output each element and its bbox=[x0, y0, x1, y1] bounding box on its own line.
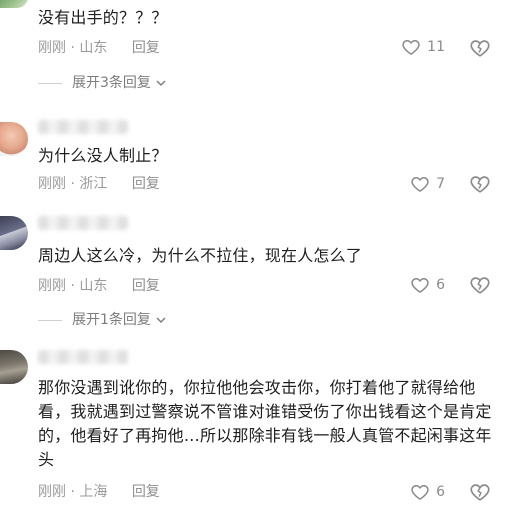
like-count: 6 bbox=[436, 277, 445, 293]
comment-meta: 刚刚 · 山东 回复 bbox=[38, 38, 160, 58]
reply-button[interactable]: 回复 bbox=[132, 176, 160, 192]
like-count: 6 bbox=[436, 484, 445, 500]
divider bbox=[38, 82, 62, 84]
expand-replies-button[interactable]: 展开3条回复 bbox=[38, 73, 167, 93]
like-count: 7 bbox=[436, 176, 445, 192]
heart-outline-icon bbox=[411, 177, 429, 192]
chevron-down-icon bbox=[156, 80, 166, 87]
meta-separator: · bbox=[66, 278, 80, 294]
like-button[interactable]: 7 bbox=[410, 174, 445, 194]
comment-text: 没有出手的？？？ bbox=[38, 8, 168, 27]
divider bbox=[38, 319, 62, 321]
broken-heart-icon[interactable] bbox=[469, 274, 491, 296]
expand-replies-label: 展开1条回复 bbox=[72, 312, 151, 328]
username-blurred[interactable] bbox=[38, 216, 128, 230]
heart-outline-icon bbox=[402, 40, 420, 55]
like-button[interactable]: 6 bbox=[410, 482, 445, 502]
comment-location: 上海 bbox=[79, 484, 108, 500]
comment-meta: 刚刚 · 上海 回复 bbox=[38, 482, 160, 502]
like-button[interactable]: 6 bbox=[410, 275, 445, 295]
comment-meta: 刚刚 · 山东 回复 bbox=[38, 276, 160, 296]
comment-text: 为什么没人制止？ bbox=[38, 146, 168, 165]
username-blurred[interactable] bbox=[38, 120, 128, 134]
meta-separator: · bbox=[66, 40, 80, 56]
comment-time: 刚刚 bbox=[38, 278, 66, 294]
broken-heart-icon[interactable] bbox=[469, 173, 491, 195]
comment-location: 山东 bbox=[79, 278, 108, 294]
broken-heart-icon[interactable] bbox=[469, 481, 491, 503]
username-blurred[interactable] bbox=[38, 350, 128, 364]
meta-separator: · bbox=[66, 484, 80, 500]
avatar[interactable] bbox=[0, 0, 28, 8]
comment-location: 山东 bbox=[79, 40, 108, 56]
like-count: 11 bbox=[427, 39, 445, 55]
expand-replies-button[interactable]: 展开1条回复 bbox=[38, 310, 167, 330]
like-button[interactable]: 11 bbox=[401, 37, 445, 57]
expand-replies-label: 展开3条回复 bbox=[72, 75, 151, 91]
reply-button[interactable]: 回复 bbox=[132, 40, 160, 56]
chevron-down-icon bbox=[156, 317, 166, 324]
avatar[interactable] bbox=[0, 216, 28, 250]
comment-time: 刚刚 bbox=[38, 176, 66, 192]
comment-text: 周边人这么冷，为什么不拉住，现在人怎么了 bbox=[38, 246, 363, 265]
broken-heart-icon[interactable] bbox=[469, 37, 491, 59]
avatar[interactable] bbox=[0, 350, 28, 384]
avatar[interactable] bbox=[0, 122, 28, 156]
comment-location: 浙江 bbox=[79, 176, 108, 192]
comment-time: 刚刚 bbox=[38, 484, 66, 500]
reply-button[interactable]: 回复 bbox=[132, 278, 160, 294]
reply-button[interactable]: 回复 bbox=[132, 484, 160, 500]
meta-separator: · bbox=[66, 176, 80, 192]
heart-outline-icon bbox=[411, 485, 429, 500]
comment-meta: 刚刚 · 浙江 回复 bbox=[38, 174, 160, 194]
heart-outline-icon bbox=[411, 278, 429, 293]
comment-time: 刚刚 bbox=[38, 40, 66, 56]
comment-text: 那你没遇到讹你的，你拉他他会攻击你，你打着他了就得给他看，我就遇到过警察说不管谁… bbox=[38, 378, 492, 469]
